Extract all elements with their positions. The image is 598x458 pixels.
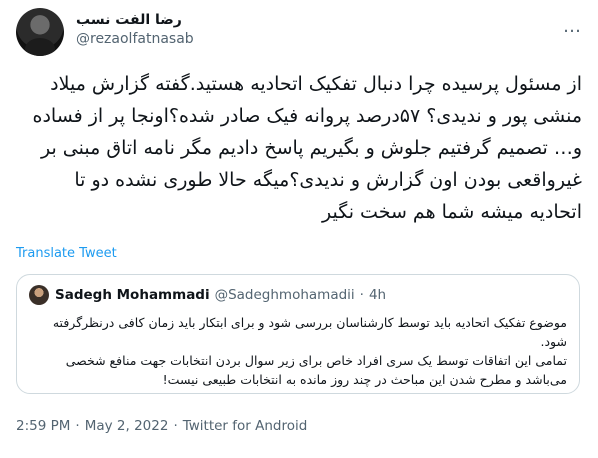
translate-tweet-link[interactable]: Translate Tweet xyxy=(16,246,117,261)
tweet-source: Twitter for Android xyxy=(182,418,308,434)
quoted-text-line-2: تمامی این اتفاقات توسط یک سری افراد خاص … xyxy=(65,353,567,387)
tweet-meta: 2:59 PM · May 2, 2022 · Twitter for Android xyxy=(16,418,307,434)
meta-separator: · xyxy=(173,418,178,434)
tweet-time[interactable]: 2:59 PM xyxy=(16,418,70,434)
tweet-text: از مسئول پرسیده چرا دنبال تفکیک اتحادیه … xyxy=(32,73,582,223)
quoted-author-handle: @Sadeghmohamadii xyxy=(214,287,355,303)
quoted-time: 4h xyxy=(368,287,387,303)
author-display-name[interactable]: رضا الفت نسب xyxy=(76,12,194,28)
tweet-header: رضا الفت نسب @rezaolfatnasab … xyxy=(16,8,582,58)
quoted-author-avatar xyxy=(29,285,49,305)
quoted-tweet-header: Sadegh Mohammadi @Sadeghmohamadii · 4h xyxy=(29,285,386,305)
quoted-author-name: Sadegh Mohammadi xyxy=(55,287,210,303)
quoted-tweet-text: موضوع تفکیک اتحادیه باید توسط کارشناسان … xyxy=(29,313,567,389)
more-options-icon[interactable]: … xyxy=(563,16,582,37)
author-names: رضا الفت نسب @rezaolfatnasab xyxy=(76,12,194,47)
quoted-tweet[interactable]: Sadegh Mohammadi @Sadeghmohamadii · 4h م… xyxy=(16,274,580,394)
meta-separator: · xyxy=(75,418,80,434)
author-handle[interactable]: @rezaolfatnasab xyxy=(76,31,194,47)
author-avatar[interactable] xyxy=(16,8,64,56)
tweet-date[interactable]: May 2, 2022 xyxy=(85,418,169,434)
quoted-text-line-1: موضوع تفکیک اتحادیه باید توسط کارشناسان … xyxy=(52,315,567,349)
quoted-separator: · xyxy=(359,287,364,303)
